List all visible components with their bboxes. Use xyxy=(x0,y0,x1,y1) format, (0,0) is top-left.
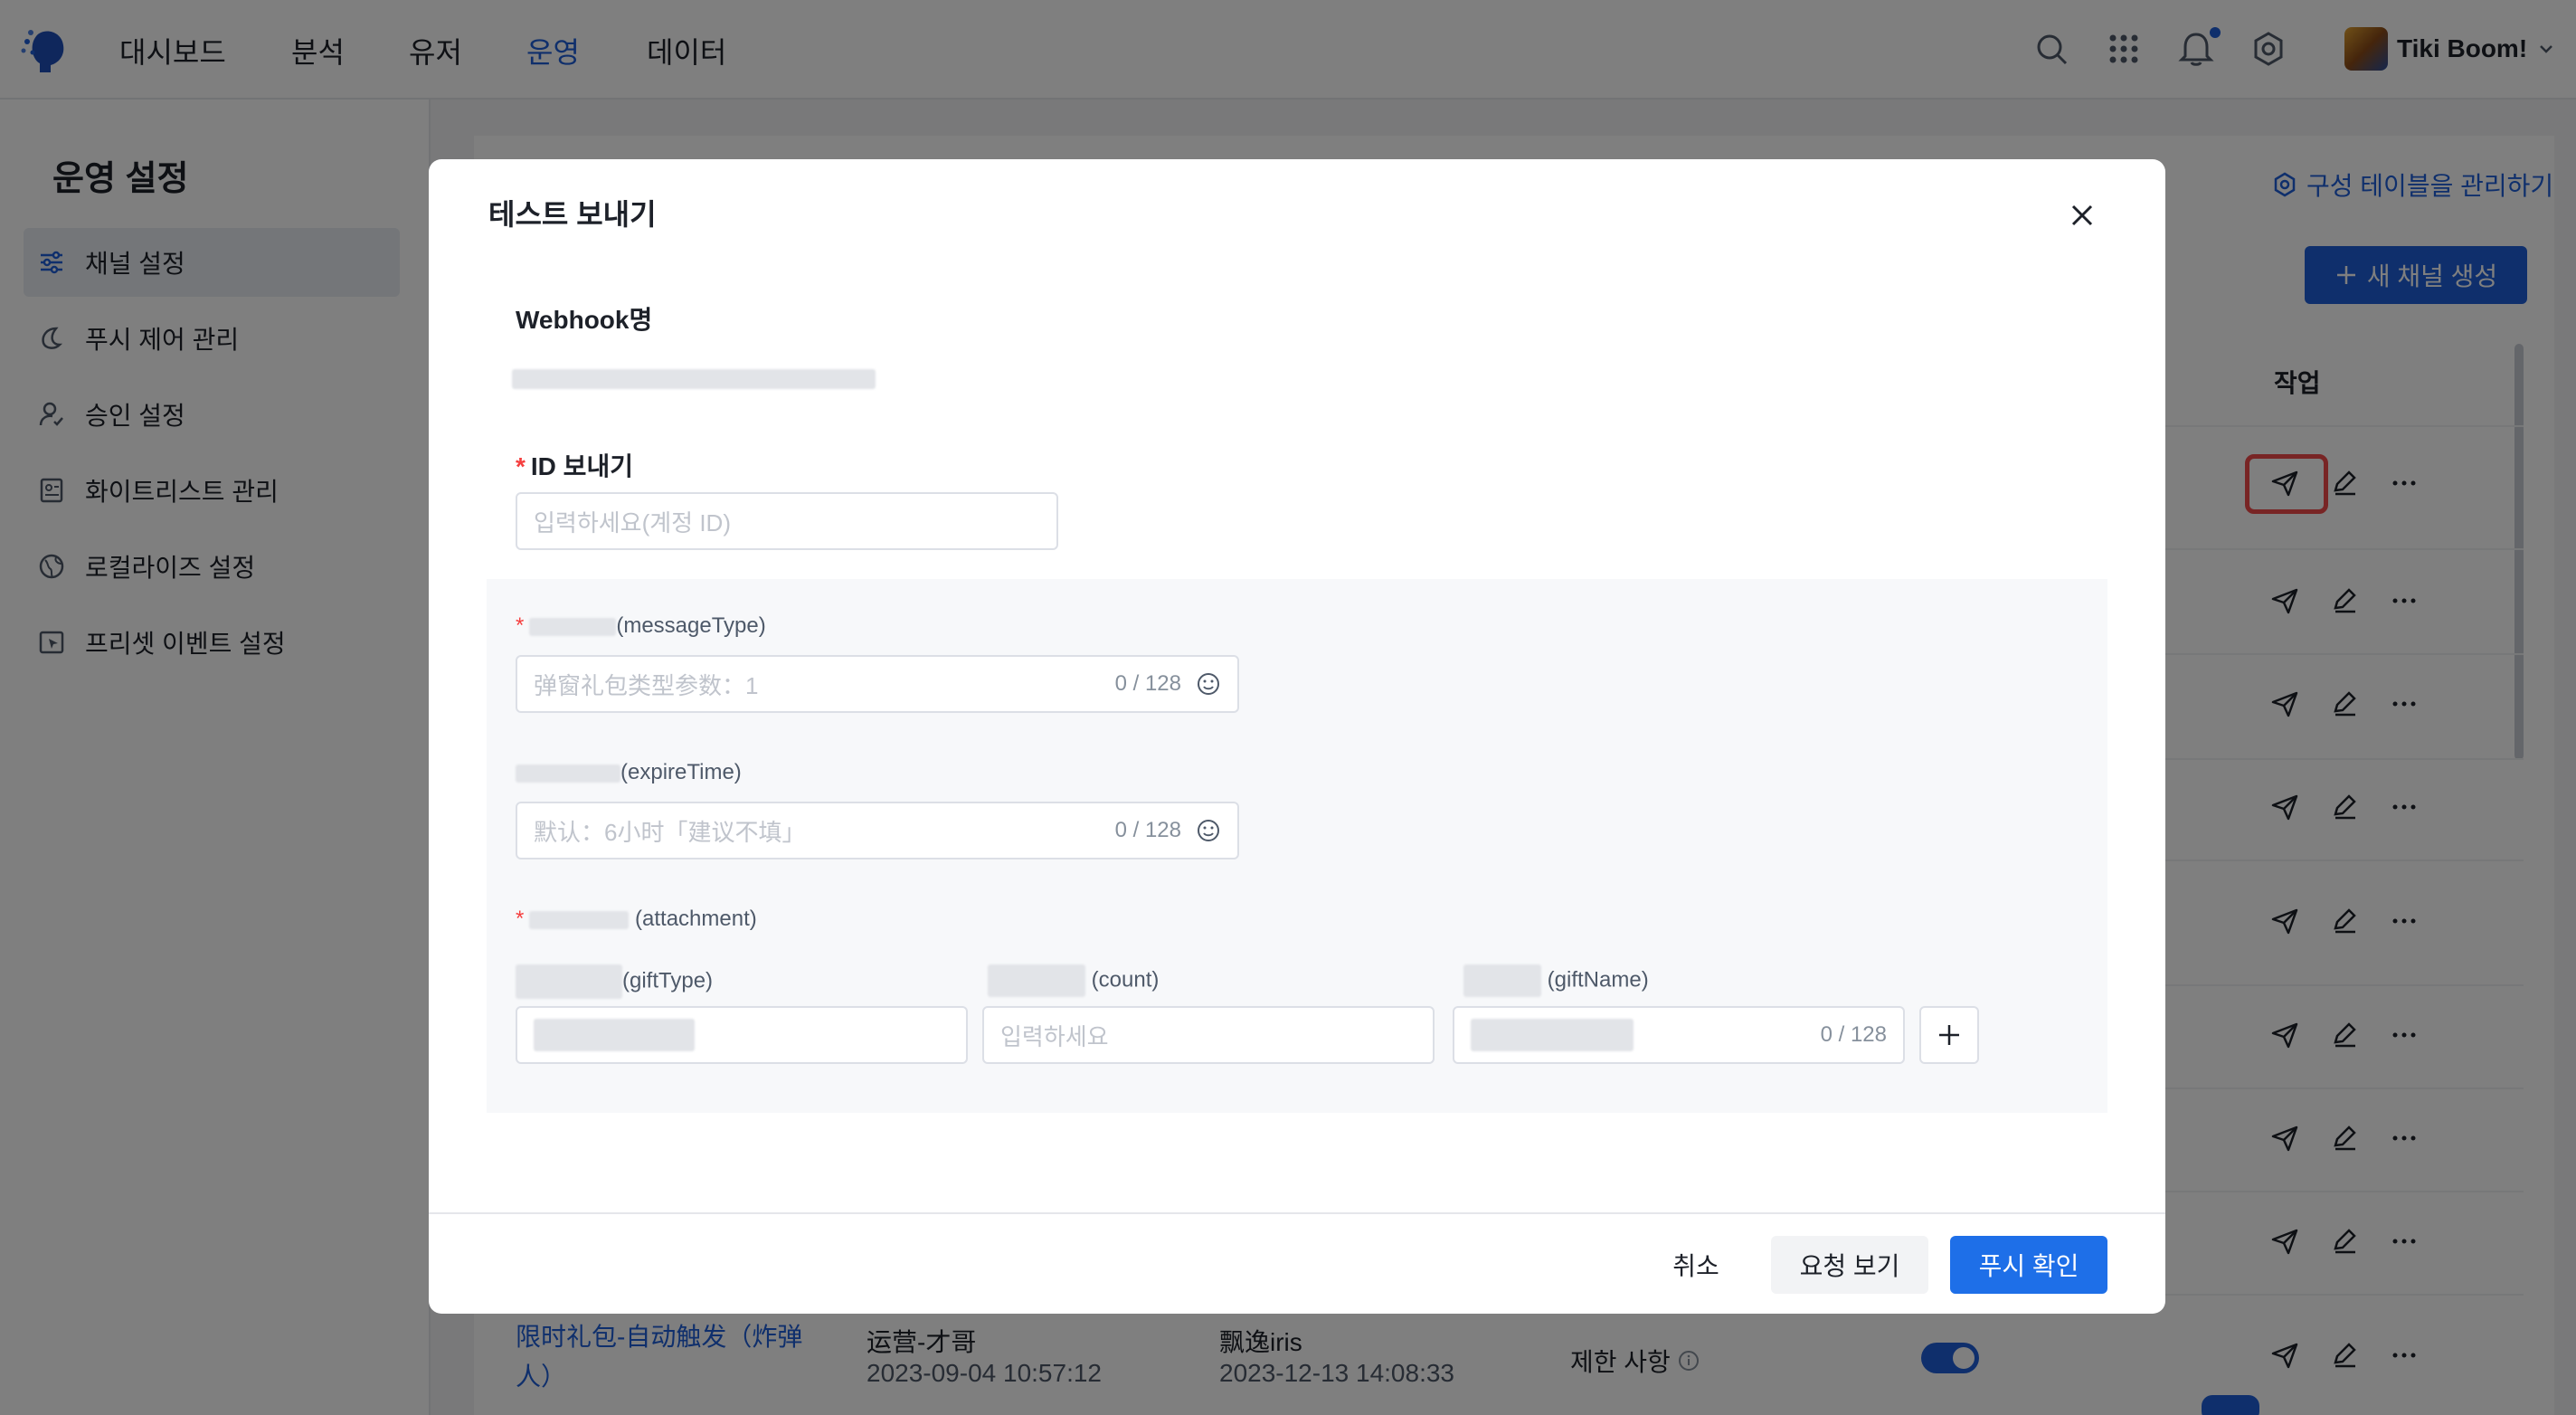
count-label: (count) xyxy=(988,964,1159,997)
sender-id-placeholder: 입력하세요(계정 ID) xyxy=(534,508,731,537)
sender-id-label: * ID 보내기 xyxy=(516,447,633,483)
gift-name-char-count: 0 / 128 xyxy=(1820,1022,1887,1047)
send-test-dialog: 테스트 보내기 Webhook명 * ID 보내기 입력하세요(계정 ID) *(… xyxy=(429,159,2165,1314)
count-suffix: (count) xyxy=(1091,967,1160,992)
sender-id-label-text: ID 보내기 xyxy=(530,452,633,480)
required-mark: * xyxy=(516,613,525,638)
emoji-icon[interactable] xyxy=(1196,818,1221,843)
add-attachment-button[interactable] xyxy=(1919,1006,1979,1064)
required-mark: * xyxy=(516,452,526,480)
required-mark: * xyxy=(516,907,525,931)
expire-time-suffix: (expireTime) xyxy=(620,760,742,784)
message-type-label: * (messageType) xyxy=(516,613,766,639)
gift-type-label: (giftType) xyxy=(516,964,713,999)
webhook-name-value-redacted xyxy=(512,369,876,389)
dialog-footer-divider xyxy=(429,1212,2165,1214)
expire-time-char-count: 0 / 128 xyxy=(1114,818,1181,842)
webhook-name-label: Webhook명 xyxy=(516,306,653,334)
gift-name-label: (giftName) xyxy=(1463,964,1649,997)
confirm-push-button[interactable]: 푸시 확인 xyxy=(1950,1236,2107,1294)
sender-id-input[interactable]: 입력하세요(계정 ID) xyxy=(516,492,1058,550)
close-icon[interactable] xyxy=(2066,199,2098,232)
message-type-input[interactable]: 弹窗礼包类型参数：1 0 / 128 xyxy=(516,655,1239,713)
gift-type-suffix: (giftType) xyxy=(622,968,714,993)
plus-icon xyxy=(1939,1025,1959,1045)
count-input[interactable]: 입력하세요 xyxy=(982,1006,1435,1064)
attachment-label: * (attachment) xyxy=(516,907,757,932)
view-request-button[interactable]: 요청 보기 xyxy=(1771,1236,1928,1294)
expire-time-placeholder: 默认：6小时「建议不填」 xyxy=(534,818,806,846)
cancel-button[interactable]: 취소 xyxy=(1655,1236,1737,1294)
gift-name-suffix: (giftName) xyxy=(1547,967,1649,992)
message-type-char-count: 0 / 128 xyxy=(1114,671,1181,696)
gift-name-input[interactable]: 0 / 128 xyxy=(1453,1006,1905,1064)
gift-type-input[interactable] xyxy=(516,1006,968,1064)
message-type-suffix: (messageType) xyxy=(616,613,766,638)
attachment-suffix: (attachment) xyxy=(635,907,757,931)
emoji-icon[interactable] xyxy=(1196,671,1221,697)
dialog-title: 테스트 보내기 xyxy=(488,198,657,231)
expire-time-label: (expireTime) xyxy=(516,760,742,785)
count-placeholder: 입력하세요 xyxy=(1000,1022,1109,1050)
expire-time-input[interactable]: 默认：6小时「建议不填」 0 / 128 xyxy=(516,802,1239,859)
message-type-placeholder: 弹窗礼包类型参数：1 xyxy=(534,671,759,699)
